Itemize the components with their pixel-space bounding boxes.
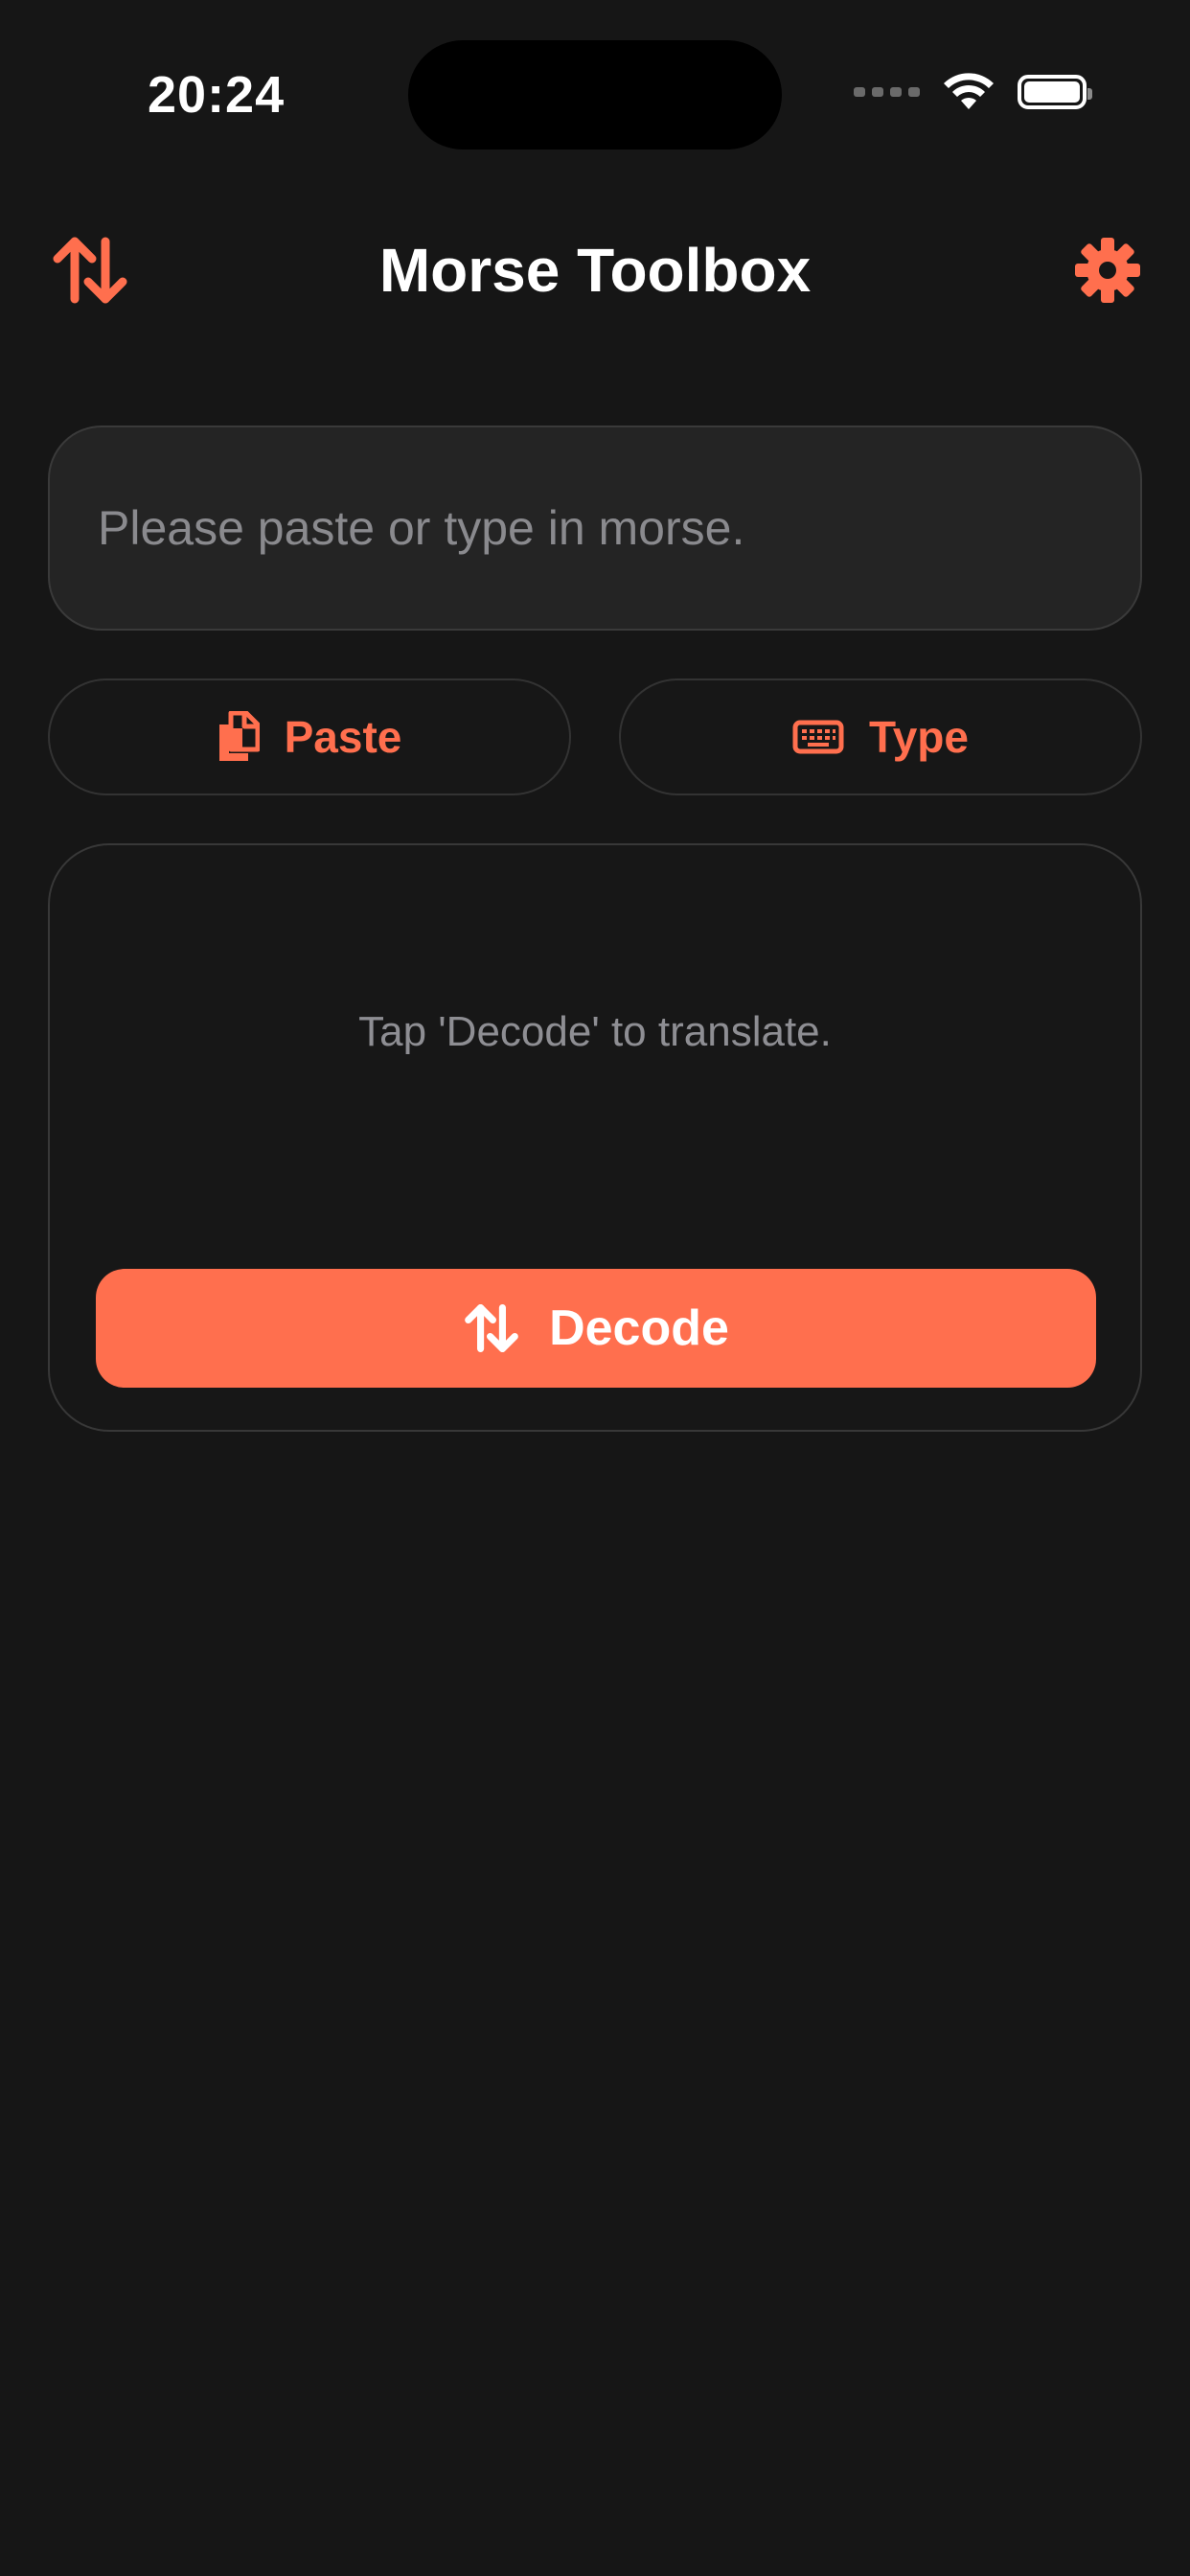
decode-button-label: Decode (549, 1300, 729, 1356)
morse-input[interactable] (96, 499, 1140, 557)
clipboard-copy-icon (218, 711, 260, 761)
result-card: Tap 'Decode' to translate. Decode (48, 843, 1142, 1432)
gear-icon (1075, 238, 1140, 303)
page-title: Morse Toolbox (378, 236, 812, 305)
paste-button-label: Paste (284, 712, 402, 762)
morse-input-field[interactable] (48, 426, 1142, 631)
cellular-signal-icon (854, 87, 920, 97)
status-time: 20:24 (148, 66, 286, 124)
dynamic-island (408, 40, 782, 150)
paste-button[interactable]: Paste (48, 678, 571, 795)
type-button-label: Type (869, 712, 969, 762)
type-button[interactable]: Type (619, 678, 1142, 795)
status-indicators (854, 73, 1092, 111)
result-hint: Tap 'Decode' to translate. (358, 1008, 832, 1055)
keyboard-icon (792, 720, 844, 754)
battery-icon (1018, 75, 1092, 109)
decode-button[interactable]: Decode (96, 1269, 1096, 1388)
wifi-icon (944, 73, 994, 109)
swap-arrows-icon (465, 1304, 518, 1352)
settings-button[interactable] (1073, 236, 1142, 305)
